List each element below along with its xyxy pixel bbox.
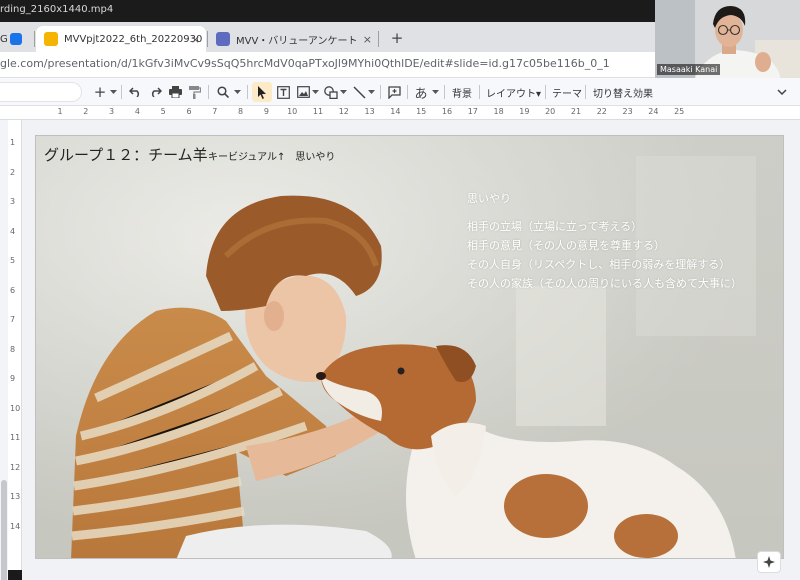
ruler-tick-label: 25	[674, 107, 685, 116]
slides-icon	[44, 32, 58, 46]
value-line[interactable]: 相手の立場（立場に立って考える）	[467, 218, 642, 234]
value-line[interactable]: その人の家族（その人の周りにいる人も含めて大事に）	[467, 275, 742, 291]
ruler-tick-label: 6	[186, 107, 192, 116]
screen: rding_2160x1440.mp4 G MVVpjt2022_6th_202…	[0, 0, 800, 580]
select-cursor-icon[interactable]	[252, 82, 272, 102]
value-line[interactable]: 相手の意見（その人の意見を尊重する）	[467, 237, 665, 253]
ruler-tick-label: 3	[109, 107, 115, 116]
ruler-tick-label: 10	[287, 107, 298, 116]
tab-slides-other[interactable]: G	[0, 26, 34, 52]
ruler-tick-label: 13	[364, 107, 375, 116]
ruler-tick-label: 23	[622, 107, 633, 116]
ruler-tick-label: 1	[10, 138, 16, 147]
ruler-tick-label: 14	[10, 521, 21, 531]
ruler-tick-label: 19	[519, 107, 530, 116]
ruler-tick-label: 7	[10, 315, 16, 324]
undo-icon[interactable]	[126, 82, 144, 102]
ruler-tick-label: 14	[390, 107, 401, 116]
webcam-video: Masaaki Kanai	[655, 0, 800, 78]
slides-toolbar: + あ 背景 レイアウト▾ テーマ 切り替え効果	[0, 78, 800, 106]
close-icon[interactable]: ×	[191, 33, 200, 46]
redo-icon[interactable]	[146, 82, 164, 102]
url-text: gle.com/presentation/d/1kGfv3iMvCv9sSqQ5…	[0, 57, 610, 70]
image-dropdown-icon[interactable]	[310, 82, 320, 102]
ruler-tick-label: 1	[57, 107, 63, 116]
tab-label: MVVpjt2022_6th_20220930 - Go	[64, 33, 206, 45]
slide-title[interactable]: グループ１２：チーム羊	[44, 144, 208, 165]
tab-label: MVV・バリューアンケート	[236, 35, 358, 47]
shape-dropdown-icon[interactable]	[338, 82, 348, 102]
ruler-tick-label: 2	[83, 107, 89, 116]
slide-subtitle[interactable]: キービジュアル↑ 思いやり	[208, 148, 335, 163]
text-box-icon[interactable]	[274, 82, 292, 102]
horizontal-ruler: 1 2 3 4 5 6 7 8 9 10 11 12 13 14 15 16 17 18 19 20 21 22 23 24 2…	[0, 106, 800, 120]
scrollbar-thumb[interactable]	[1, 480, 7, 580]
layout-button[interactable]: レイアウト▾	[486, 85, 541, 100]
key-visual-photo	[36, 136, 783, 558]
ruler-tick-label: 11	[10, 433, 21, 442]
font-dropdown-icon[interactable]	[430, 82, 440, 102]
zoom-dropdown-icon[interactable]	[232, 82, 242, 102]
collapse-toolbar-icon[interactable]	[774, 82, 790, 102]
add-dropdown-icon[interactable]	[108, 82, 118, 102]
ruler-tick-label: 17	[467, 107, 478, 116]
ruler-tick-label: 8	[238, 107, 244, 116]
tab-mvv-presentation[interactable]: MVVpjt2022_6th_20220930 - Go ×	[36, 26, 206, 52]
ruler-tick-label: 15	[416, 107, 427, 116]
ruler-tick-label: 22	[596, 107, 607, 116]
new-tab-button[interactable]: +	[388, 29, 406, 47]
ruler-tick-label: 9	[10, 374, 16, 383]
ruler-tick-label: 9	[263, 107, 269, 116]
close-icon[interactable]: ×	[363, 33, 372, 46]
ruler-tick-label: 8	[10, 344, 16, 354]
value-line[interactable]: その人自身（リスペクトし、相手の弱みを理解する）	[467, 256, 730, 272]
vertical-ruler: 1 2 3 4 5 6 7 8 9 10 11 12 13 14	[8, 120, 22, 570]
ruler-tick-label: 7	[212, 107, 218, 116]
ruler-tick-label: 4	[134, 107, 140, 116]
ruler-tick-label: 11	[312, 107, 324, 116]
participant-name: Masaaki Kanai	[657, 64, 721, 75]
ruler-tick-label: 16	[441, 107, 453, 116]
comment-icon[interactable]	[385, 82, 403, 102]
ruler-tick-label: 3	[10, 197, 16, 206]
speaker-notes-strip	[35, 559, 784, 580]
transition-button[interactable]: 切り替え効果	[593, 85, 653, 100]
slide[interactable]: グループ１２：チーム羊 キービジュアル↑ 思いやり 思いやり 相手の立場（立場に…	[35, 135, 784, 559]
print-icon[interactable]	[166, 82, 184, 102]
ruler-tick-label: 20	[545, 107, 556, 116]
ruler-tick-label: 2	[10, 167, 16, 177]
recording-filename: rding_2160x1440.mp4	[0, 4, 114, 15]
add-button[interactable]: +	[92, 82, 108, 102]
ruler-tick-label: 5	[10, 256, 16, 265]
ruler-tick-label: 6	[10, 285, 16, 295]
ruler-tick-label: 21	[570, 107, 582, 116]
ruler-tick-label: 12	[338, 107, 349, 116]
tab-mvv-survey[interactable]: MVV・バリューアンケート ×	[208, 26, 378, 52]
ruler-tick-label: 18	[493, 107, 504, 116]
left-gutter	[0, 120, 8, 580]
font-button[interactable]: あ	[412, 82, 430, 102]
theme-button[interactable]: テーマ	[552, 85, 582, 100]
ruler-tick-label: 5	[160, 107, 166, 116]
tab-label: G	[0, 33, 8, 45]
ruler-tick-label: 12	[10, 462, 21, 472]
paint-format-icon[interactable]	[186, 82, 204, 102]
line-dropdown-icon[interactable]	[366, 82, 376, 102]
ruler-tick-label: 4	[10, 226, 16, 236]
background-button[interactable]: 背景	[452, 85, 472, 100]
forms-icon	[216, 32, 230, 46]
slides-icon	[9, 33, 22, 45]
menu-search-input[interactable]	[0, 82, 82, 102]
zoom-icon[interactable]	[214, 82, 232, 102]
explore-icon[interactable]	[757, 551, 781, 573]
ruler-tick-label: 13	[10, 492, 21, 501]
ruler-tick-label: 10	[10, 403, 21, 413]
ruler-tick-label: 24	[648, 107, 659, 116]
value-heading[interactable]: 思いやり	[467, 190, 511, 206]
